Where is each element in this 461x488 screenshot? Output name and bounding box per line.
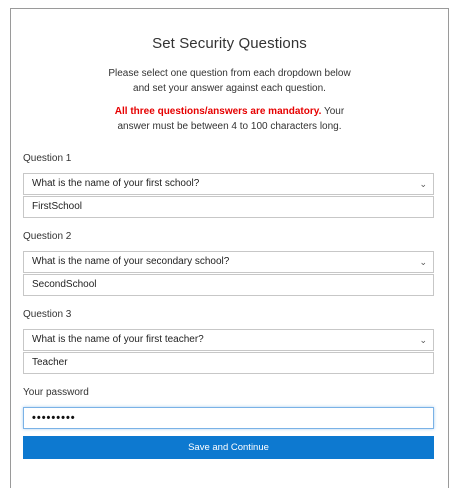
notice-rest-1: Your (323, 106, 345, 117)
notice-rest-2: answer must be between 4 to 100 characte… (117, 121, 342, 132)
chevron-down-icon: ⌄ (419, 179, 427, 189)
intro-text: Please select one question from each dro… (11, 66, 448, 96)
question-3-selected: What is the name of your first teacher? (32, 334, 204, 345)
password-section: Your password ••••••••• (23, 387, 434, 429)
question-3-section: Question 3 What is the name of your firs… (23, 309, 434, 374)
intro-line-2: and set your answer against each questio… (133, 83, 326, 94)
question-3-label: Question 3 (23, 309, 72, 320)
question-1-select[interactable]: What is the name of your first school? ⌄ (23, 173, 434, 195)
chevron-down-icon: ⌄ (419, 257, 427, 267)
question-1-section: Question 1 What is the name of your firs… (23, 153, 434, 218)
mandatory-notice: All three questions/answers are mandator… (11, 104, 448, 134)
intro-line-1: Please select one question from each dro… (108, 68, 351, 79)
password-label: Your password (23, 387, 89, 398)
question-2-selected: What is the name of your secondary schoo… (32, 256, 230, 267)
question-2-section: Question 2 What is the name of your seco… (23, 231, 434, 296)
answer-3-input[interactable]: Teacher (23, 352, 434, 374)
question-3-select[interactable]: What is the name of your first teacher? … (23, 329, 434, 351)
answer-1-input[interactable]: FirstSchool (23, 196, 434, 218)
question-2-label: Question 2 (23, 231, 72, 242)
save-and-continue-button[interactable]: Save and Continue (23, 436, 434, 459)
chevron-down-icon: ⌄ (419, 335, 427, 345)
page-title: Set Security Questions (152, 35, 307, 52)
password-input[interactable]: ••••••••• (23, 407, 434, 429)
mandatory-warning: All three questions/answers are mandator… (114, 106, 322, 117)
question-2-select[interactable]: What is the name of your secondary schoo… (23, 251, 434, 273)
question-1-selected: What is the name of your first school? (32, 178, 200, 189)
question-1-label: Question 1 (23, 153, 72, 164)
answer-2-input[interactable]: SecondSchool (23, 274, 434, 296)
